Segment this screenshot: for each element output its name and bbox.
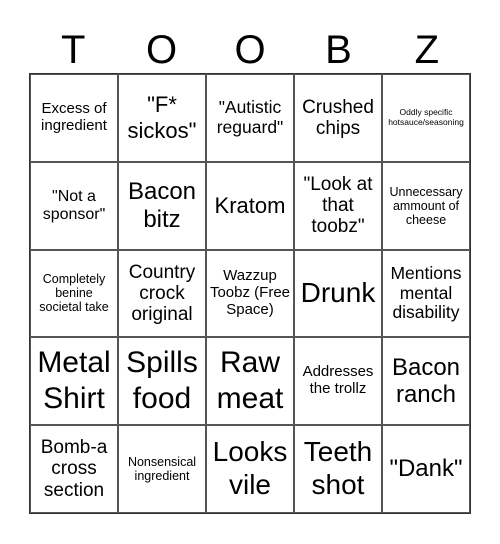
cell-text: "Autistic reguard" [216, 97, 284, 137]
cell-text: "Look at that toobz" [303, 173, 373, 238]
bingo-cell[interactable]: Teeth shot [294, 425, 382, 513]
bingo-cell[interactable]: Addresses the trollz [294, 337, 382, 426]
cell-text: Looks vile [212, 436, 288, 501]
cell-text: Bomb-a cross section [40, 437, 108, 501]
bingo-cell[interactable]: Bacon ranch [382, 337, 470, 426]
cell-text: Bacon bitz [127, 178, 197, 233]
bingo-cell[interactable]: Nonsensical ingredient [118, 425, 206, 513]
bingo-cell[interactable]: Mentions mental disability [382, 249, 470, 338]
bingo-card-grid: Excess of ingredient "F* sickos" "Autist… [29, 73, 471, 514]
bingo-cell[interactable]: Bomb-a cross section [30, 425, 118, 513]
cell-text: Unnecessary ammount of cheese [389, 184, 463, 227]
bingo-cell[interactable]: Oddly specific hotsauce/seasoning [382, 74, 470, 162]
bingo-cell[interactable]: Drunk [294, 249, 382, 338]
cell-text: Excess of ingredient [41, 100, 107, 134]
header-letter: O [234, 28, 266, 72]
free-space-cell[interactable]: Wazzup Toobz (Free Space) [206, 249, 294, 338]
cell-text: Raw meat [216, 345, 284, 416]
cell-text: Metal Shirt [37, 345, 111, 416]
cell-text: Completely benine societal take [39, 272, 109, 315]
bingo-cell[interactable]: Completely benine societal take [30, 249, 118, 338]
bingo-cell[interactable]: Looks vile [206, 425, 294, 513]
cell-text: Kratom [214, 192, 286, 218]
cell-text: Bacon ranch [391, 353, 461, 409]
bingo-cell[interactable]: Bacon bitz [118, 161, 206, 250]
cell-text: Wazzup Toobz (Free Space) [209, 267, 291, 318]
cell-text: "F* sickos" [127, 91, 197, 143]
cell-text: "Dank" [389, 455, 463, 483]
bingo-cell[interactable]: Raw meat [206, 337, 294, 426]
cell-text: Crushed chips [302, 96, 374, 139]
cell-text: Teeth shot [303, 436, 373, 501]
bingo-cell[interactable]: "Look at that toobz" [294, 161, 382, 250]
cell-text: Nonsensical ingredient [127, 455, 197, 484]
header-letter: T [60, 28, 86, 72]
bingo-cell[interactable]: "Autistic reguard" [206, 74, 294, 162]
cell-text: Drunk [300, 277, 376, 309]
cell-text: Country crock original [128, 261, 196, 326]
bingo-cell[interactable]: Excess of ingredient [30, 74, 118, 162]
bingo-cell[interactable]: Crushed chips [294, 74, 382, 162]
bingo-cell[interactable]: "F* sickos" [118, 74, 206, 162]
header-letter: B [325, 28, 352, 72]
bingo-cell[interactable]: "Dank" [382, 425, 470, 513]
cell-text: "Not a sponsor" [42, 187, 106, 223]
bingo-cell[interactable]: Unnecessary ammount of cheese [382, 161, 470, 250]
bingo-cell[interactable]: Kratom [206, 161, 294, 250]
cell-text: Addresses the trollz [302, 363, 374, 398]
bingo-cell[interactable]: "Not a sponsor" [30, 161, 118, 250]
cell-text: Mentions mental disability [390, 263, 462, 323]
bingo-header: T O O B Z [29, 28, 471, 72]
bingo-cell[interactable]: Spills food [118, 337, 206, 426]
bingo-cell[interactable]: Country crock original [118, 249, 206, 338]
bingo-cell[interactable]: Metal Shirt [30, 337, 118, 426]
cell-text: Spills food [126, 345, 198, 416]
header-letter: Z [414, 28, 440, 72]
cell-text: Oddly specific hotsauce/seasoning [388, 107, 464, 127]
header-letter: O [146, 28, 178, 72]
